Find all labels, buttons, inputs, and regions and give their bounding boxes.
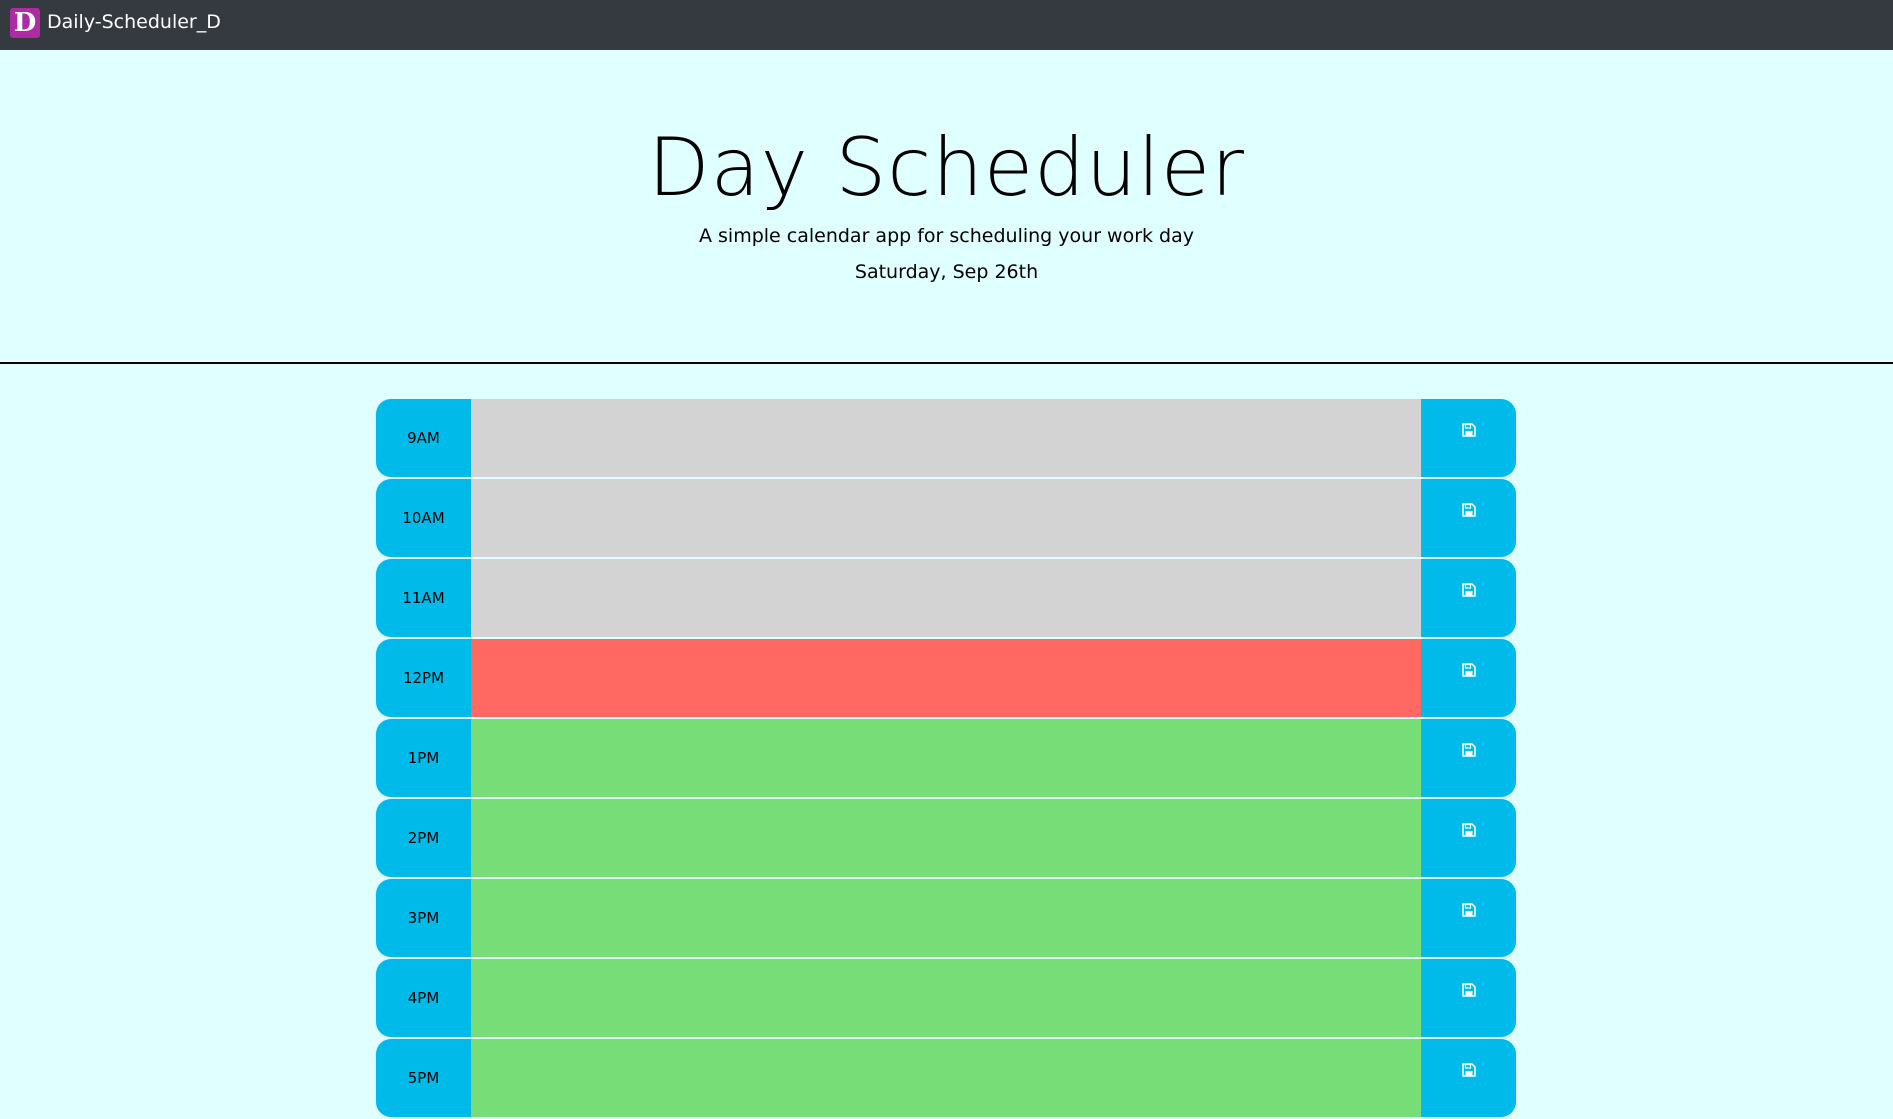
save-button[interactable] xyxy=(1421,719,1516,797)
save-button[interactable] xyxy=(1421,559,1516,637)
time-block-row: 5PM xyxy=(376,1039,1516,1117)
hour-label: 9AM xyxy=(376,399,471,477)
time-block-row: 9AM xyxy=(376,399,1516,477)
hour-label: 11AM xyxy=(376,559,471,637)
time-block-row: 10AM xyxy=(376,479,1516,557)
schedule-container: 9AM 10AM 11AM 12PM 1PM 2PM 3PM 4PM 5PM xyxy=(376,399,1516,1119)
page-title: Day Scheduler xyxy=(648,121,1245,214)
time-block-row: 12PM xyxy=(376,639,1516,717)
hour-label: 5PM xyxy=(376,1039,471,1117)
event-description-input[interactable] xyxy=(471,639,1421,717)
save-icon xyxy=(1461,823,1476,837)
save-icon xyxy=(1461,743,1476,757)
brand-link[interactable]: Daily-Scheduler_D xyxy=(47,10,221,34)
save-icon xyxy=(1461,583,1476,597)
save-icon xyxy=(1461,983,1476,997)
event-description-input[interactable] xyxy=(471,879,1421,957)
event-description-input[interactable] xyxy=(471,719,1421,797)
time-block-row: 3PM xyxy=(376,879,1516,957)
time-block-row: 11AM xyxy=(376,559,1516,637)
time-block-row: 4PM xyxy=(376,959,1516,1037)
time-block-row: 1PM xyxy=(376,719,1516,797)
event-description-input[interactable] xyxy=(471,799,1421,877)
event-description-input[interactable] xyxy=(471,479,1421,557)
save-icon xyxy=(1461,663,1476,677)
brand-logo[interactable]: D xyxy=(10,8,40,38)
event-description-input[interactable] xyxy=(471,959,1421,1037)
save-icon xyxy=(1461,903,1476,917)
brand-logo-letter: D xyxy=(13,8,37,38)
save-button[interactable] xyxy=(1421,959,1516,1037)
event-description-input[interactable] xyxy=(471,559,1421,637)
hour-label: 2PM xyxy=(376,799,471,877)
save-button[interactable] xyxy=(1421,399,1516,477)
jumbotron: Day Scheduler A simple calendar app for … xyxy=(0,50,1893,364)
save-button[interactable] xyxy=(1421,639,1516,717)
hour-label: 4PM xyxy=(376,959,471,1037)
hour-label: 3PM xyxy=(376,879,471,957)
save-button[interactable] xyxy=(1421,1039,1516,1117)
save-button[interactable] xyxy=(1421,799,1516,877)
save-button[interactable] xyxy=(1421,879,1516,957)
save-button[interactable] xyxy=(1421,479,1516,557)
event-description-input[interactable] xyxy=(471,399,1421,477)
navbar: D Daily-Scheduler_D xyxy=(0,0,1893,50)
current-day: Saturday, Sep 26th xyxy=(854,261,1039,283)
save-icon xyxy=(1461,503,1476,517)
event-description-input[interactable] xyxy=(471,1039,1421,1117)
save-icon xyxy=(1461,423,1476,437)
hour-label: 1PM xyxy=(376,719,471,797)
save-icon xyxy=(1461,1063,1476,1077)
hour-label: 10AM xyxy=(376,479,471,557)
page-subtitle: A simple calendar app for scheduling you… xyxy=(698,225,1195,247)
time-block-row: 2PM xyxy=(376,799,1516,877)
hour-label: 12PM xyxy=(376,639,471,717)
